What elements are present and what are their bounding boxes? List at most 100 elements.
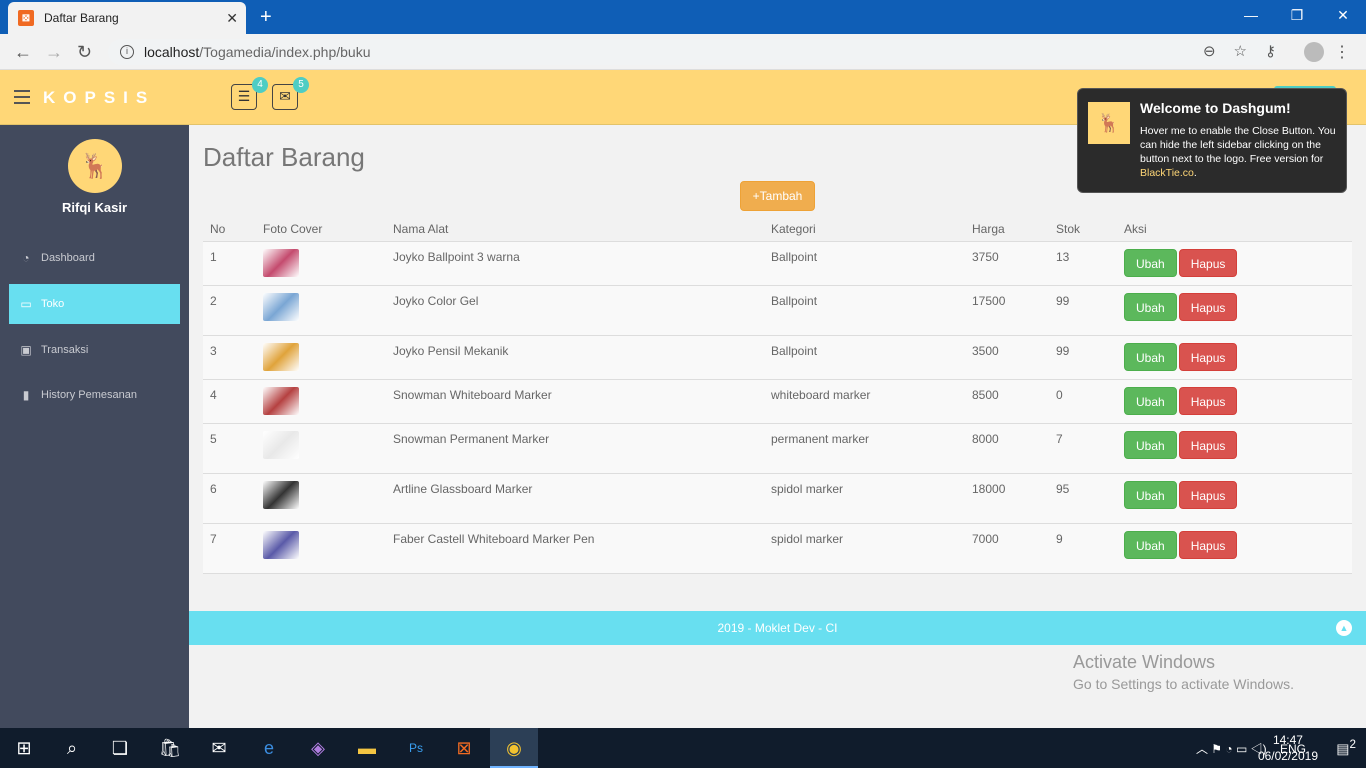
col-aksi: Aksi [1117, 217, 1352, 242]
minimize-icon[interactable]: — [1228, 0, 1274, 30]
notification-icon[interactable]: ▤2 [1336, 738, 1356, 758]
delete-button[interactable]: Hapus [1178, 248, 1238, 277]
add-item-button[interactable]: +Tambah [740, 181, 815, 211]
close-tab-icon[interactable]: ✕ [226, 10, 238, 27]
bookmark-star-icon[interactable]: ☆ [1234, 42, 1247, 60]
delete-button[interactable]: Hapus [1178, 430, 1238, 459]
mail-app-icon[interactable]: ✉ [207, 736, 231, 760]
browser-tab[interactable]: ⊠ Daftar Barang ✕ [8, 2, 246, 34]
col-harga: Harga [965, 217, 1049, 242]
watermark-line1: Activate Windows [1073, 652, 1216, 672]
cell-kategori: Ballpoint [764, 335, 965, 380]
deer-avatar-icon[interactable]: 🦌 [68, 139, 122, 193]
footer: 2019 - Moklet Dev - CI ▲ [189, 611, 1366, 645]
delete-button[interactable]: Hapus [1178, 386, 1238, 415]
desktop-icon: ▭ [20, 297, 32, 311]
main-content: Daftar Barang +Tambah No Foto Cover Nama… [189, 125, 1366, 728]
page-title: Daftar Barang [203, 142, 365, 172]
key-icon[interactable]: ⚷ [1265, 42, 1276, 60]
back-icon[interactable]: ← [14, 42, 32, 63]
cell-harga: 3500 [965, 335, 1049, 380]
sidebar-item-history[interactable]: ▮ History Pemesanan [9, 375, 180, 415]
edit-button[interactable]: Ubah [1124, 248, 1177, 277]
scroll-top-icon[interactable]: ▲ [1336, 620, 1352, 636]
sidebar-item-label: Dashboard [41, 252, 95, 264]
new-tab-icon[interactable]: + [260, 6, 272, 29]
sidebar-item-toko[interactable]: ▭ Toko [9, 284, 180, 324]
cell-kategori: Ballpoint [764, 241, 965, 286]
delete-button[interactable]: Hapus [1178, 530, 1238, 559]
col-kategori: Kategori [764, 217, 965, 242]
info-icon[interactable]: i [120, 45, 134, 59]
sidebar-item-label: Transaksi [41, 344, 89, 356]
app-logo[interactable]: KOPSIS [43, 88, 155, 108]
sidebar-toggle-icon[interactable] [14, 90, 30, 104]
edit-button[interactable]: Ubah [1124, 530, 1177, 559]
restore-icon[interactable]: ❐ [1274, 0, 1320, 30]
clock-date: 06/02/2019 [1257, 749, 1318, 763]
cell-kategori: spidol marker [764, 473, 965, 524]
edit-button[interactable]: Ubah [1124, 386, 1177, 415]
cell-no: 1 [203, 241, 256, 286]
cell-nama: Artline Glassboard Marker [386, 473, 764, 524]
sidebar-item-label: Toko [41, 298, 65, 310]
footer-text: 2019 - Moklet Dev - CI [717, 621, 838, 635]
product-thumbnail [263, 386, 299, 415]
profile-avatar-icon[interactable] [1304, 42, 1324, 62]
table-body: 1 Joyko Ballpoint 3 warna Ballpoint 3750 13 U… [203, 241, 1352, 574]
table-row: 3 Joyko Pensil Mekanik Ballpoint 3500 99 Ubah… [203, 335, 1352, 380]
tray-icons[interactable]: ︿ ⚑ ◔ ▭ ◁) [1196, 742, 1267, 756]
delete-button[interactable]: Hapus [1178, 292, 1238, 321]
cell-aksi: Ubah Hapus [1117, 523, 1352, 574]
col-stok: Stok [1049, 217, 1117, 242]
store-icon[interactable]: 🛍 [158, 736, 182, 760]
url-field[interactable]: i localhost/Togamedia/index.php/buku [108, 39, 1278, 65]
app-icon[interactable]: ◈ [306, 736, 330, 760]
clock-time: 14:47 [1272, 733, 1303, 747]
windows-start-icon[interactable]: ⊞ [12, 736, 36, 760]
search-icon[interactable]: ⌕ [60, 736, 84, 760]
photoshop-icon[interactable]: Ps [404, 736, 428, 760]
url-host: localhost [144, 44, 200, 60]
reload-icon[interactable]: ↻ [77, 42, 92, 63]
sidebar-item-label: History Pemesanan [41, 389, 137, 401]
table-row: 1 Joyko Ballpoint 3 warna Ballpoint 3750 13 U… [203, 241, 1352, 286]
product-thumbnail [263, 342, 299, 371]
browser-menu-icon[interactable]: ⋮ [1334, 42, 1350, 62]
zoom-icon[interactable]: ⊖ [1203, 42, 1216, 60]
sidebar-item-transaksi[interactable]: ▣ Transaksi [9, 330, 180, 370]
task-view-icon[interactable]: ❏ [108, 736, 132, 760]
money-icon: ▣ [20, 343, 32, 357]
cell-aksi: Ubah Hapus [1117, 285, 1352, 336]
file-explorer-icon[interactable]: ▬ [355, 736, 379, 760]
edit-button[interactable]: Ubah [1124, 480, 1177, 509]
xampp-icon[interactable]: ⊠ [452, 736, 476, 760]
close-window-icon[interactable]: ✕ [1320, 0, 1366, 30]
product-thumbnail [263, 248, 299, 277]
cell-nama: Faber Castell Whiteboard Marker Pen [386, 523, 764, 574]
toast-body: Hover me to enable the Close Button. You… [1140, 124, 1342, 180]
tasks-icon[interactable]: ☰ 4 [231, 77, 268, 110]
edit-button[interactable]: Ubah [1124, 292, 1177, 321]
clock[interactable]: 14:47 06/02/2019 [1258, 732, 1318, 764]
delete-button[interactable]: Hapus [1178, 342, 1238, 371]
sidebar-item-dashboard[interactable]: ◔ Dashboard [9, 238, 180, 278]
edit-button[interactable]: Ubah [1124, 430, 1177, 459]
omnibox-actions: ⊖ ☆ ⚷ [1203, 42, 1276, 60]
cell-nama: Joyko Ballpoint 3 warna [386, 241, 764, 286]
xampp-favicon-icon: ⊠ [18, 10, 34, 26]
toast-text: Hover me to enable the Close Button. You… [1140, 125, 1336, 165]
cell-kategori: whiteboard marker [764, 379, 965, 424]
cell-aksi: Ubah Hapus [1117, 473, 1352, 524]
edge-icon[interactable]: e [257, 736, 281, 760]
welcome-toast[interactable]: 🦌 Welcome to Dashgum! Hover me to enable… [1077, 88, 1347, 193]
col-nama: Nama Alat [386, 217, 764, 242]
mail-icon[interactable]: ✉ 5 [272, 77, 309, 110]
cell-harga: 17500 [965, 285, 1049, 336]
toast-link[interactable]: BlackTie.co [1140, 167, 1194, 179]
chrome-taskbar-button[interactable]: ◉ [490, 728, 538, 768]
edit-button[interactable]: Ubah [1124, 342, 1177, 371]
forward-icon[interactable]: → [45, 42, 63, 63]
cell-foto [256, 241, 386, 286]
delete-button[interactable]: Hapus [1178, 480, 1238, 509]
